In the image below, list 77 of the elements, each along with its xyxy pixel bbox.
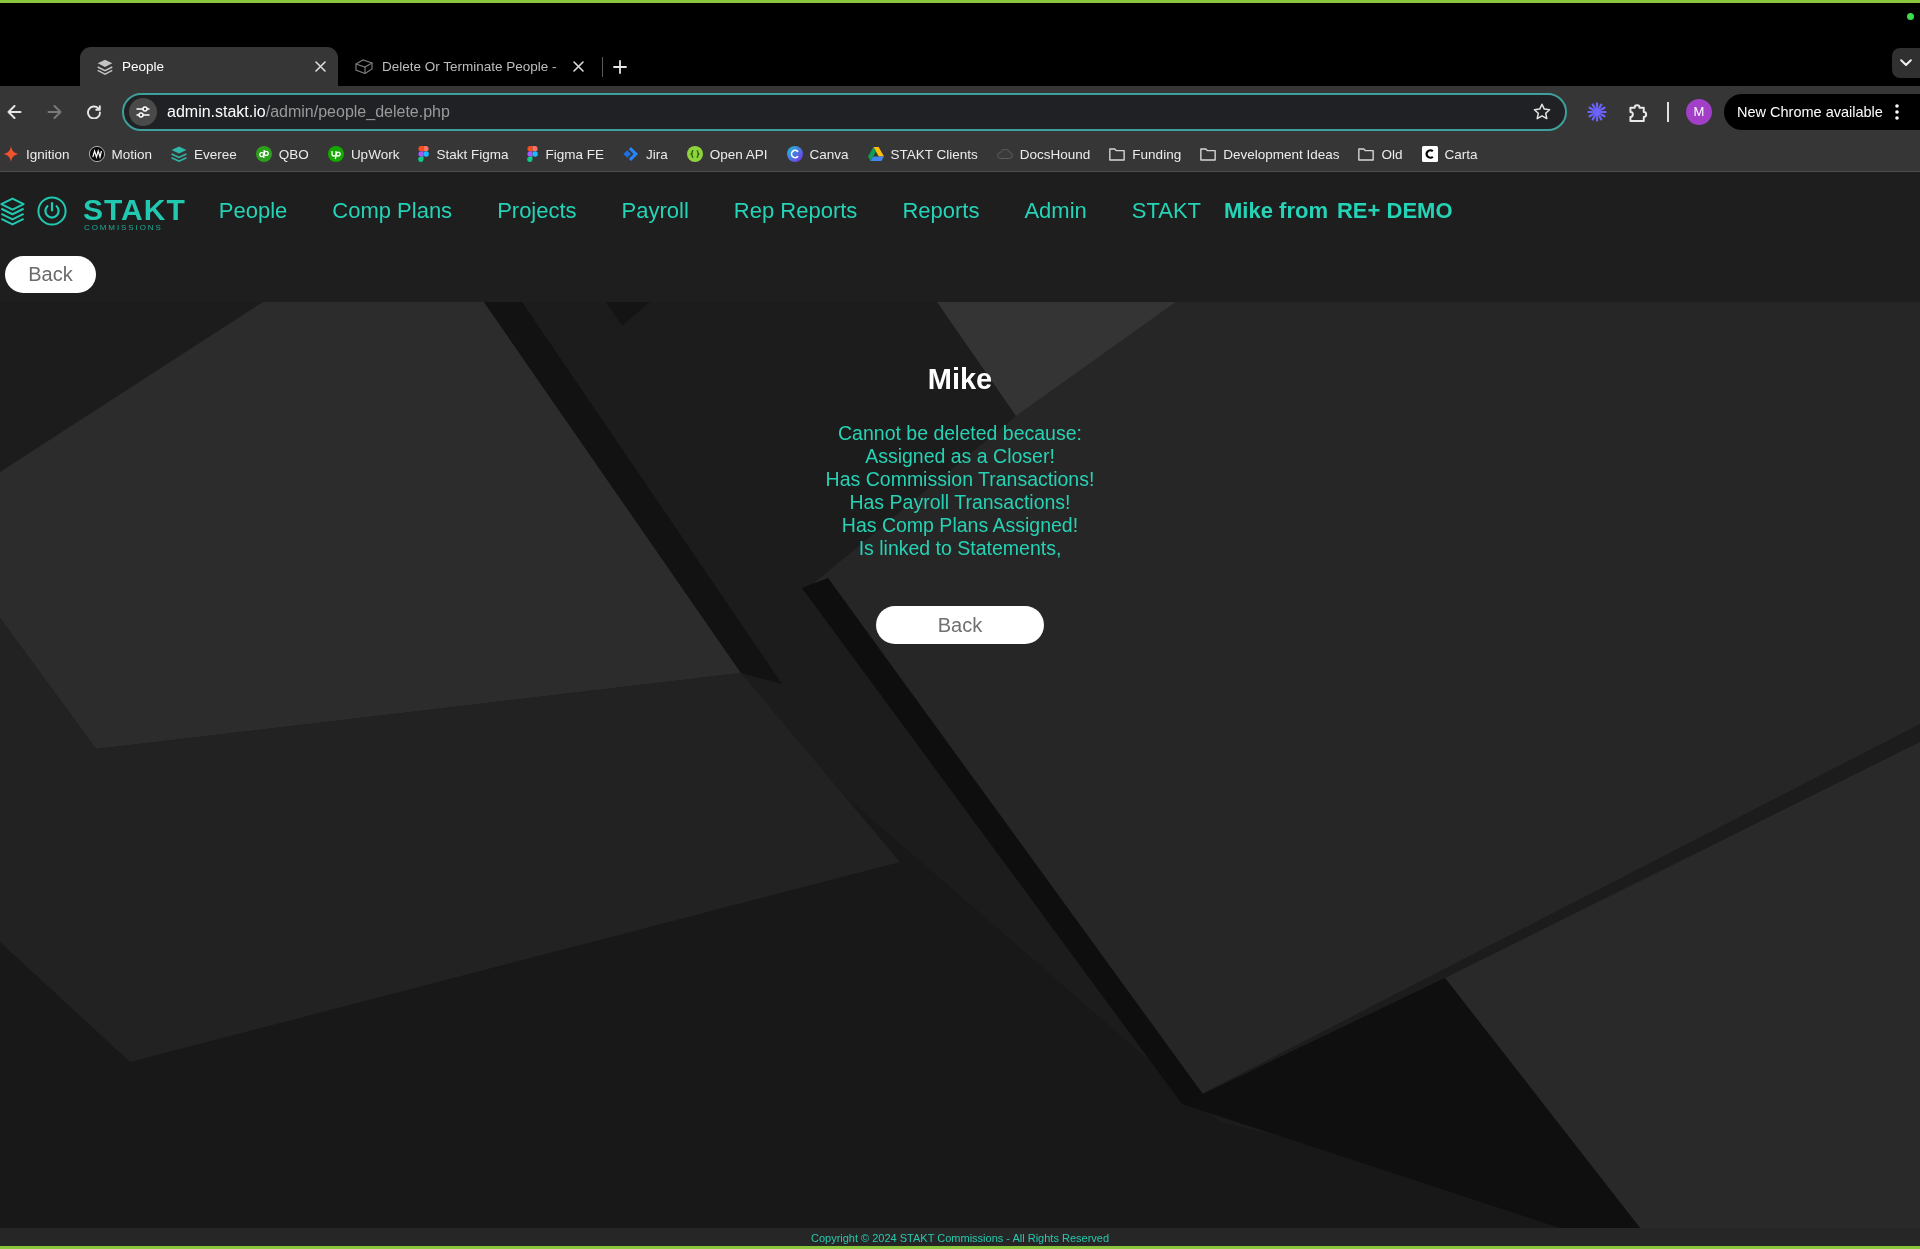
logo-tagline: COMMISSIONS [84,222,163,233]
layers-icon [171,146,188,162]
bookmark-item[interactable]: Jira [613,140,677,168]
disc-logo-icon [786,146,803,162]
bookmark-item[interactable]: Old [1349,140,1412,168]
bookmark-item[interactable]: STAKT Clients [858,140,987,168]
company-name-label: RE+ DEMO [1336,198,1453,224]
disc-logo-icon [327,146,344,162]
user-name-label: Mike from [1224,198,1328,224]
folder-icon [1109,147,1126,161]
site-settings-icon[interactable] [129,97,157,126]
reason-text: Is linked to Statements, [858,537,1062,560]
browser-tab[interactable]: People [80,47,338,86]
layers-icon [97,58,113,75]
chevron-down-icon [1900,59,1912,67]
arrow-left-icon[interactable] [6,104,22,119]
bookmark-item[interactable]: Development Ideas [1191,140,1349,168]
disc-logo-icon [686,146,703,162]
bookmark-item[interactable]: Stakt Figma [409,140,518,168]
logo-wordmark: STAKT [83,195,186,223]
kebab-menu-icon[interactable] [1894,103,1899,120]
shapes-logo-icon [418,146,430,162]
nav-link[interactable]: Comp Plans [332,198,453,224]
arrow-right-icon[interactable] [46,104,62,119]
star-icon[interactable] [1533,103,1551,120]
nav-link[interactable]: People [218,198,288,224]
folder-icon [1358,147,1375,161]
nav-link[interactable]: Admin [1024,198,1087,224]
bookmark-item[interactable]: Motion [79,140,162,168]
copyright-text: Copyright © 2024 STAKT Commissions - All Rights Reserved [810,1231,1110,1246]
status-dot-icon [1907,13,1914,20]
reason-text: Has Commission Transactions! [825,468,1095,491]
reload-icon[interactable] [87,104,101,119]
disc-logo-icon [88,146,105,162]
folder-icon [1200,147,1217,161]
person-name: Mike [927,362,993,396]
reason-text: Assigned as a Closer! [865,445,1055,468]
bookmark-item[interactable]: DocsHound [987,140,1100,168]
bookmark-item[interactable]: Everee [162,140,246,168]
bookmark-item[interactable]: Canva [777,140,858,168]
nav-link[interactable]: STAKT [1131,198,1202,224]
nav-link[interactable]: Payroll [621,198,689,224]
bookmark-item[interactable]: Funding [1100,140,1191,168]
layers-icon [0,196,25,226]
address-field[interactable]: admin.stakt.io/admin/people_delete.php [122,92,1567,131]
cube-icon [355,59,373,74]
tab-search-button[interactable] [1892,48,1920,78]
sunburst-icon[interactable] [1587,101,1607,122]
bookmark-item[interactable]: Open API [677,140,777,168]
nav-link[interactable]: Projects [497,198,577,224]
error-heading: Cannot be deleted because: [838,422,1082,445]
bookmark-item[interactable]: QBO [246,140,318,168]
plus-icon[interactable] [613,59,627,74]
browser-tab[interactable]: Delete Or Terminate People - [338,47,596,86]
disc-logo-icon [255,146,272,162]
profile-avatar[interactable]: M [1686,98,1712,125]
close-icon[interactable] [315,61,326,72]
bookmark-item[interactable]: UpWork [318,140,409,168]
back-button[interactable]: Back [876,606,1044,644]
chevrons-icon [622,146,639,162]
update-chrome-button[interactable]: New Chrome available [1724,93,1920,130]
sparkle-icon [3,146,19,162]
bookmark-item[interactable]: Carta [1412,140,1487,168]
cloud-icon [996,149,1013,159]
bookmark-item[interactable]: Figma FE [518,140,613,168]
reason-text: Has Payroll Transactions! [849,491,1071,514]
nav-link[interactable]: Reports [902,198,980,224]
power-icon [37,196,67,226]
close-icon[interactable] [573,61,584,72]
puzzle-icon[interactable] [1628,101,1648,122]
nav-link[interactable]: Rep Reports [733,198,858,224]
square-logo-icon [1421,146,1438,162]
triangle-logo-icon [867,147,884,161]
bookmark-item[interactable]: Ignition [0,140,79,168]
reason-text: Has Comp Plans Assigned! [841,514,1079,537]
shapes-logo-icon [527,146,539,162]
back-button[interactable]: Back [5,256,96,293]
